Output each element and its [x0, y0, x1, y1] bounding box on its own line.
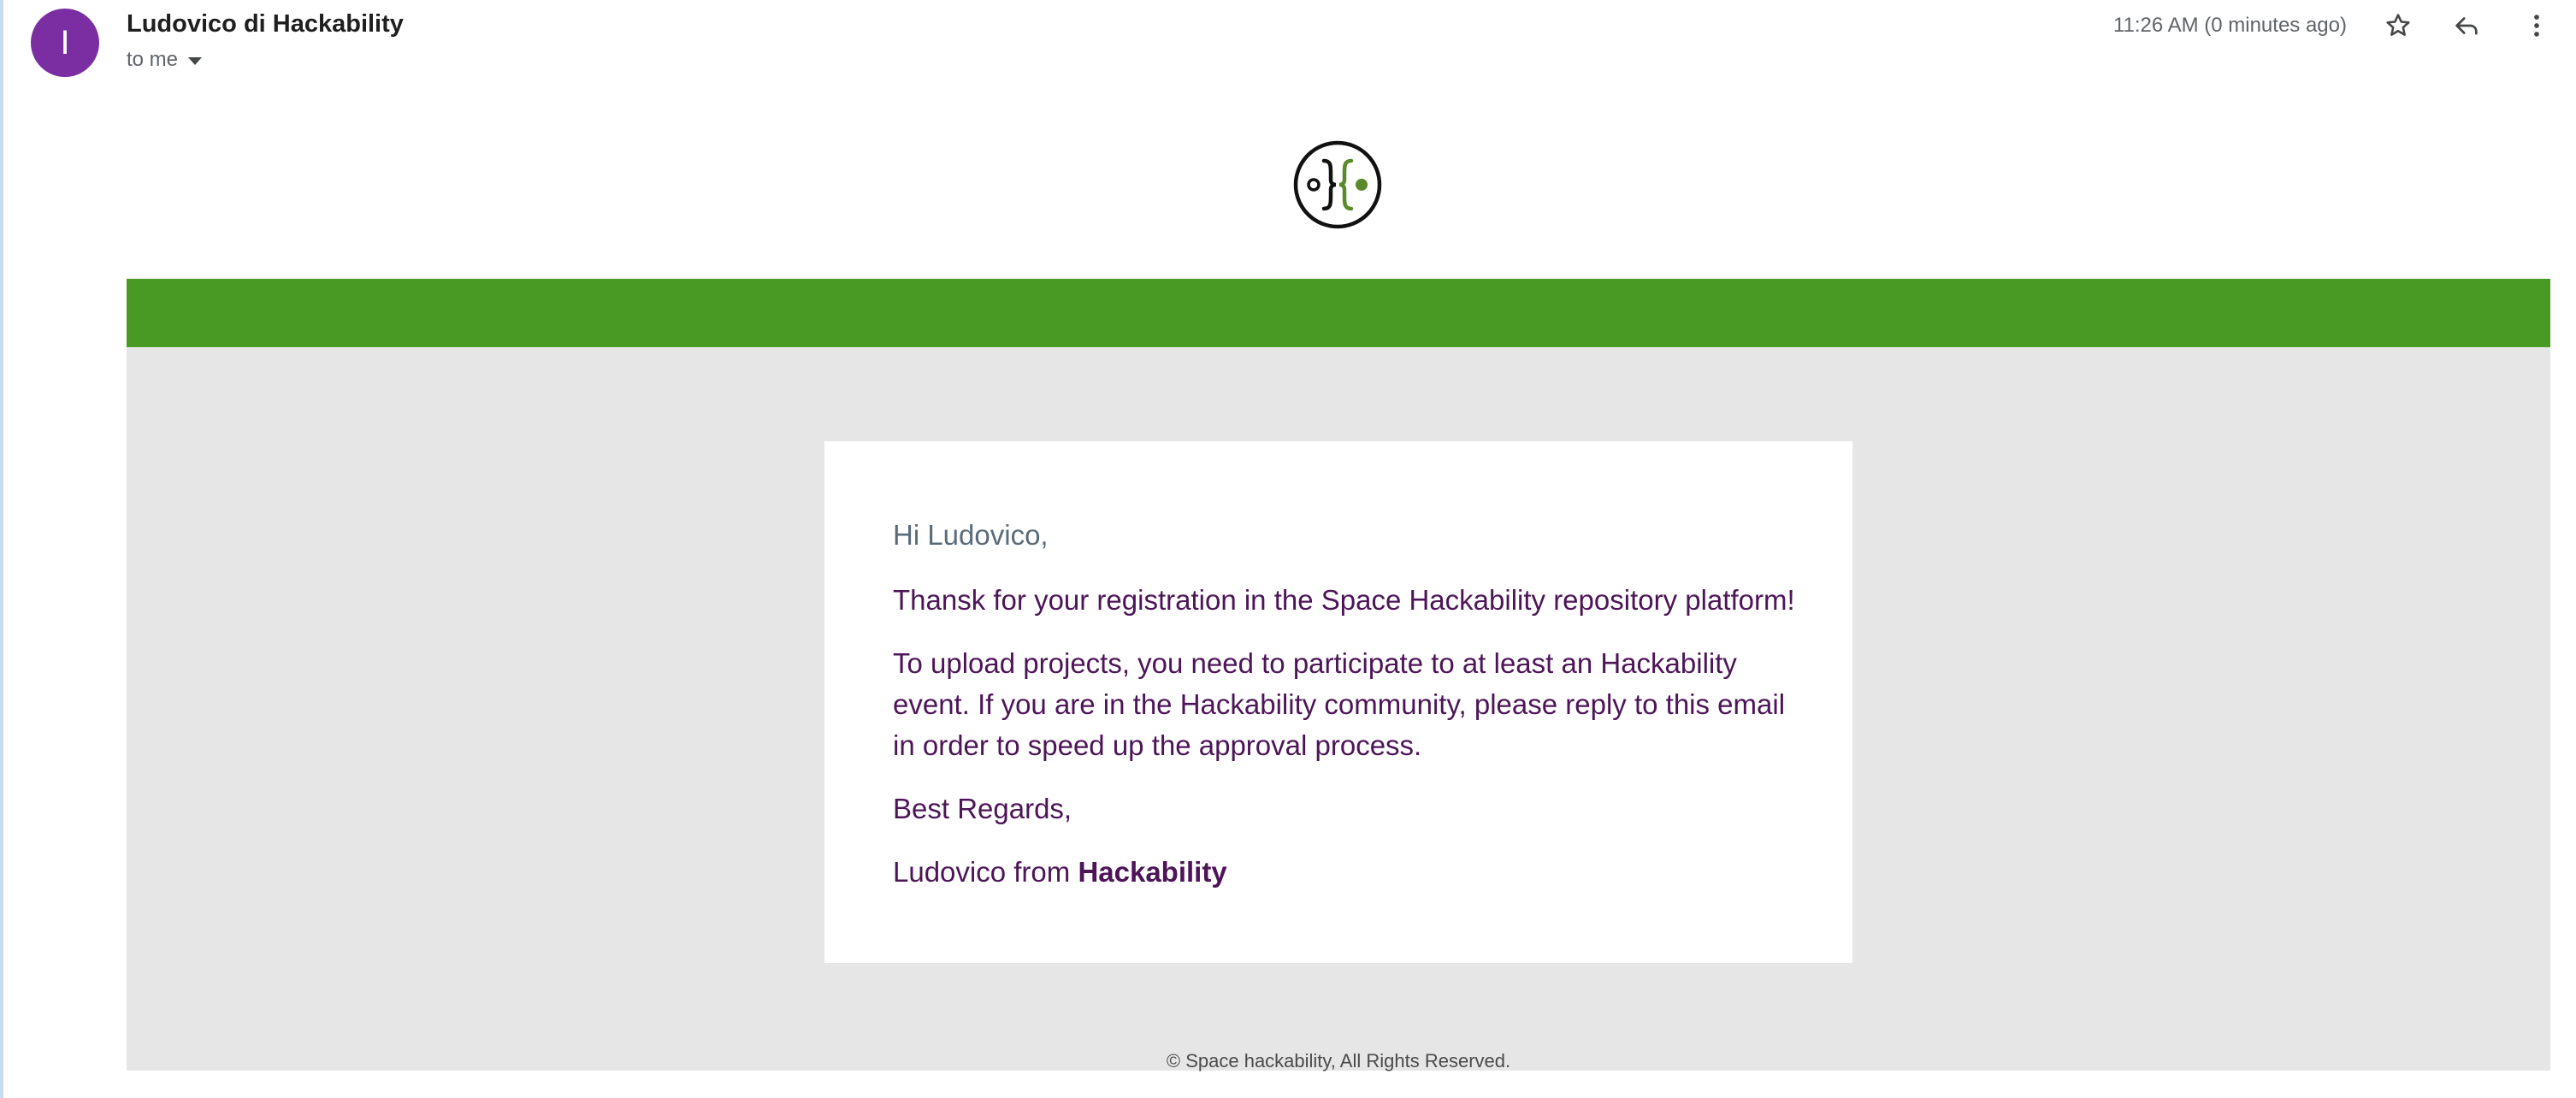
more-vert-icon — [2534, 15, 2539, 37]
reply-button[interactable] — [2446, 5, 2487, 46]
window-left-edge — [0, 0, 3, 1098]
sender-name[interactable]: Ludovico di Hackability — [127, 10, 404, 38]
star-icon — [2386, 14, 2410, 36]
sender-avatar[interactable]: I — [31, 9, 99, 77]
footer-copyright: © Space hackability, All Rights Reserved… — [1166, 1050, 1511, 1071]
more-options-button[interactable] — [2516, 5, 2557, 46]
signature-org: Hackability — [1078, 856, 1227, 888]
signature: Ludovico from Hackability — [893, 852, 1799, 893]
closing-text: Best Regards, — [893, 793, 1072, 824]
recipients-label: to me — [127, 48, 179, 71]
hackability-logo — [1293, 140, 1382, 229]
logo-icon — [1293, 140, 1382, 229]
email-background: Hi Ludovico, Thansk for your registratio… — [127, 347, 2550, 1071]
registration-text: Thansk for your registration in the Spac… — [893, 584, 1795, 616]
signature-prefix: Ludovico from — [893, 856, 1078, 888]
message-card: Hi Ludovico, Thansk for your registratio… — [824, 441, 1852, 963]
star-button[interactable] — [2378, 5, 2419, 46]
greeting-text: Hi Ludovico, — [893, 519, 1049, 551]
header-banner — [127, 279, 2550, 347]
message-timestamp: 11:26 AM (0 minutes ago) — [2112, 14, 2347, 37]
upload-instructions-text: To upload projects, you need to particip… — [893, 647, 1786, 761]
recipients-toggle[interactable]: to me — [127, 48, 203, 72]
chevron-down-icon — [188, 57, 203, 65]
message-header: I Ludovico di Hackability to me 11:26 AM… — [0, 0, 2576, 94]
message-content: Hi Ludovico, Thansk for your registratio… — [893, 515, 1799, 915]
reply-icon — [2455, 17, 2478, 35]
